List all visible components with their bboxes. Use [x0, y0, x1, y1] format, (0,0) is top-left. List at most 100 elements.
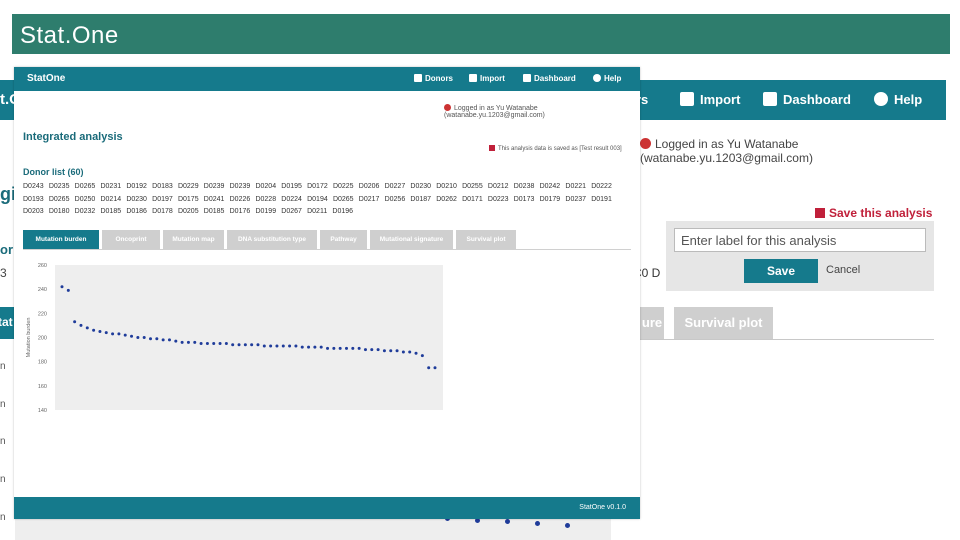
donor-id[interactable]: D0265 [49, 194, 70, 207]
donor-id[interactable]: D0225 [333, 181, 354, 194]
donor-id[interactable]: D0223 [488, 194, 509, 207]
donor-id[interactable]: D0205 [178, 206, 199, 219]
data-point [193, 340, 197, 344]
donor-id[interactable]: D0256 [385, 194, 406, 207]
donor-id[interactable]: D0239 [204, 181, 225, 194]
bg-login-status: Logged in as Yu Watanabe (watanabe.yu.12… [640, 137, 813, 165]
donor-id[interactable]: D0239 [230, 181, 251, 194]
donor-id[interactable]: D0242 [540, 181, 561, 194]
nav-import[interactable]: Import [469, 74, 505, 83]
nav-help[interactable]: Help [593, 74, 621, 83]
donor-id[interactable]: D0228 [255, 194, 276, 207]
slide-title: Stat.One [20, 22, 119, 49]
donor-id[interactable]: D0265 [333, 194, 354, 207]
save-icon [815, 208, 825, 218]
navbar: StatOne Donors Import Dashboard Help [14, 67, 640, 91]
donor-id[interactable]: D0226 [230, 194, 251, 207]
donor-id[interactable]: D0197 [152, 194, 173, 207]
donor-id[interactable]: D0176 [230, 206, 251, 219]
cancel-button[interactable]: Cancel [826, 264, 860, 276]
donor-id[interactable]: D0250 [75, 194, 96, 207]
tab-pathway[interactable]: Pathway [320, 230, 367, 249]
analysis-label-input[interactable]: Enter label for this analysis [674, 228, 926, 252]
tab-mutation-map[interactable]: Mutation map [163, 230, 224, 249]
donor-id[interactable]: D0180 [49, 206, 70, 219]
donor-id[interactable]: D0179 [540, 194, 561, 207]
tab-mutation-burden[interactable]: Mutation burden [23, 230, 99, 249]
data-point [167, 338, 171, 342]
donor-id[interactable]: D0172 [307, 181, 328, 194]
donor-id[interactable]: D0171 [462, 194, 483, 207]
donor-id[interactable]: D0191 [591, 194, 612, 207]
tab-survival-plot[interactable]: Survival plot [456, 230, 516, 249]
donor-id[interactable]: D0187 [410, 194, 431, 207]
data-point [300, 345, 304, 349]
donor-list: D0243 D0235 D0265 D0231 D0192 D0183 D0229 D0239… [23, 181, 631, 219]
donor-id[interactable]: D0186 [126, 206, 147, 219]
bg-tab-survival-plot[interactable]: Survival plot [674, 307, 773, 339]
donor-id[interactable]: D0193 [23, 194, 44, 207]
donor-id[interactable]: D0185 [100, 206, 121, 219]
donor-id[interactable]: D0173 [514, 194, 535, 207]
tab-oncoprint[interactable]: Oncoprint [102, 230, 160, 249]
data-point [231, 343, 235, 347]
donor-id[interactable]: D0199 [255, 206, 276, 219]
donor-id[interactable]: D0231 [100, 181, 121, 194]
donor-id[interactable]: D0243 [23, 181, 44, 194]
donor-id[interactable]: D0192 [126, 181, 147, 194]
data-point [370, 348, 374, 352]
nav-donors[interactable]: Donors [414, 74, 453, 83]
donor-id[interactable]: D0230 [126, 194, 147, 207]
bg-nav-import[interactable]: Import [680, 92, 740, 107]
donor-id[interactable]: D0241 [204, 194, 225, 207]
donor-id[interactable]: D0211 [307, 206, 327, 219]
save-button[interactable]: Save [744, 259, 818, 283]
bg-axis-fragment: n [0, 436, 6, 447]
donor-id[interactable]: D0210 [436, 181, 457, 194]
donor-id[interactable]: D0267 [281, 206, 302, 219]
donor-id[interactable]: D0262 [436, 194, 457, 207]
donor-id[interactable]: D0229 [178, 181, 199, 194]
donor-id[interactable]: D0224 [281, 194, 302, 207]
bg-tab-signature-fragment[interactable]: ure [640, 307, 664, 339]
donor-id[interactable]: D0235 [49, 181, 70, 194]
tab-dna-substitution-type[interactable]: DNA substitution type [227, 230, 317, 249]
donor-id[interactable]: D0178 [152, 206, 173, 219]
data-point [136, 336, 140, 339]
donor-id[interactable]: D0203 [23, 206, 44, 219]
donor-id[interactable]: D0196 [332, 206, 353, 219]
donor-id[interactable]: D0212 [488, 181, 509, 194]
donor-id[interactable]: D0204 [255, 181, 276, 194]
save-analysis-panel: Enter label for this analysis Save Cance… [666, 221, 934, 291]
donor-id[interactable]: D0214 [100, 194, 121, 207]
donor-id[interactable]: D0227 [385, 181, 406, 194]
donor-id[interactable]: D0175 [178, 194, 199, 207]
donor-id[interactable]: D0255 [462, 181, 483, 194]
brand-logo[interactable]: StatOne [27, 73, 65, 84]
data-point [357, 346, 361, 350]
tab-mutational-signature[interactable]: Mutational signature [370, 230, 453, 249]
bg-nav-help[interactable]: Help [874, 92, 922, 107]
donor-id[interactable]: D0238 [514, 181, 535, 194]
donor-id[interactable]: D0183 [152, 181, 173, 194]
bg-axis-fragment: n [0, 361, 6, 372]
donor-id[interactable]: D0206 [359, 181, 380, 194]
tab-divider [23, 249, 631, 250]
donor-id[interactable]: D0232 [75, 206, 96, 219]
donor-id[interactable]: D0237 [565, 194, 586, 207]
donor-id[interactable]: D0194 [307, 194, 328, 207]
donor-id[interactable]: D0185 [204, 206, 225, 219]
data-point [250, 343, 254, 347]
donor-id[interactable]: D0217 [359, 194, 380, 207]
nav-dashboard[interactable]: Dashboard [523, 74, 576, 83]
save-analysis-link[interactable]: Save this analysis [815, 206, 932, 220]
donor-id[interactable]: D0195 [281, 181, 302, 194]
data-point [224, 342, 228, 346]
donor-id[interactable]: D0222 [591, 181, 612, 194]
data-point [85, 326, 89, 330]
bg-nav-dashboard[interactable]: Dashboard [763, 92, 851, 107]
data-point [382, 349, 386, 353]
donor-id[interactable]: D0230 [410, 181, 431, 194]
donor-id[interactable]: D0221 [565, 181, 586, 194]
donor-id[interactable]: D0265 [75, 181, 96, 194]
